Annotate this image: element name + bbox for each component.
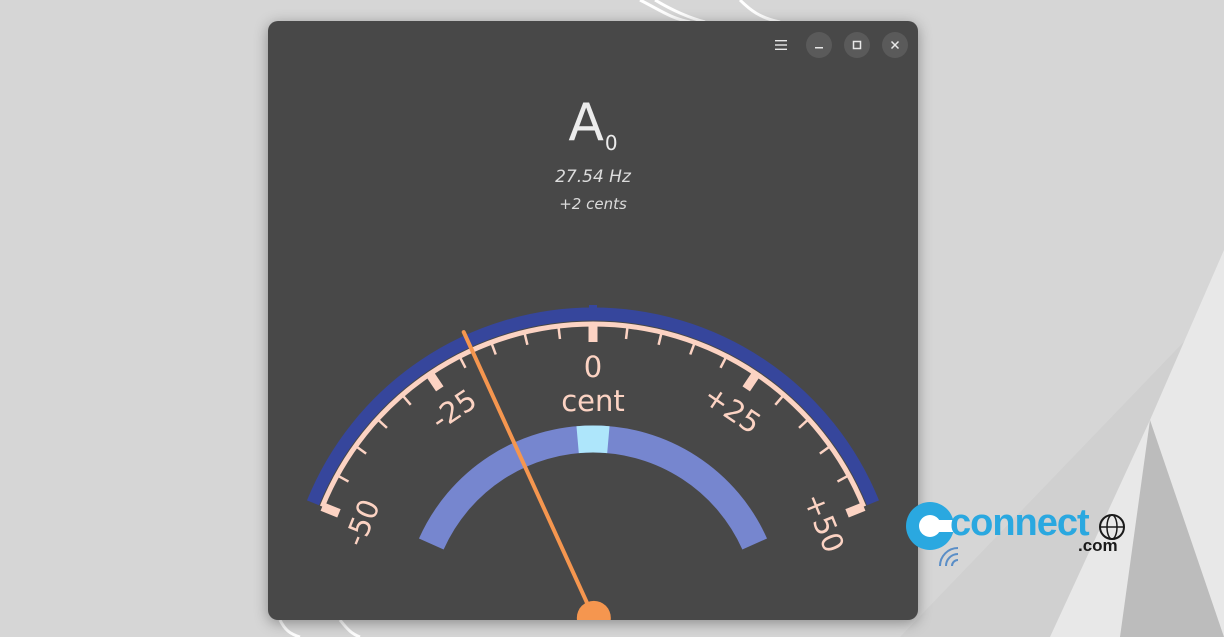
- minor-tick: [458, 355, 467, 369]
- tick-label: -25: [425, 382, 483, 437]
- tick-label: +25: [697, 378, 767, 440]
- major-tick: [320, 502, 341, 518]
- minor-tick: [689, 341, 696, 355]
- minor-tick: [819, 445, 832, 455]
- watermark-suffix: .com: [1078, 536, 1118, 555]
- minor-tick: [836, 474, 850, 483]
- needle-hub: [576, 600, 611, 620]
- minor-tick: [401, 394, 412, 406]
- minor-tick: [557, 325, 562, 340]
- minor-tick: [624, 325, 629, 340]
- minor-tick: [376, 418, 388, 429]
- tick-label: +50: [797, 488, 851, 557]
- cents-gauge: -50 -25 0 +25 +50 cent: [306, 305, 880, 620]
- minor-tick: [336, 474, 350, 483]
- watermark-brand: connect: [950, 502, 1090, 544]
- major-tick: [742, 371, 761, 392]
- minor-tick: [719, 355, 728, 369]
- in-tune-band: [576, 425, 610, 454]
- tuner-window: A0 27.54 Hz +2 cents -50 -25 0 +25 +50 cent: [268, 21, 918, 620]
- watermark-logo: connect .com: [900, 498, 1130, 572]
- major-tick: [425, 371, 444, 392]
- minor-tick: [798, 418, 810, 429]
- major-tick: [845, 502, 866, 518]
- minor-tick: [354, 445, 367, 455]
- minor-tick: [490, 341, 497, 355]
- tick-label: -50: [337, 494, 386, 551]
- inner-arc: [418, 425, 768, 550]
- gauge-unit-label: cent: [561, 384, 625, 418]
- tick-label: 0: [584, 350, 602, 384]
- minor-tick: [774, 394, 785, 406]
